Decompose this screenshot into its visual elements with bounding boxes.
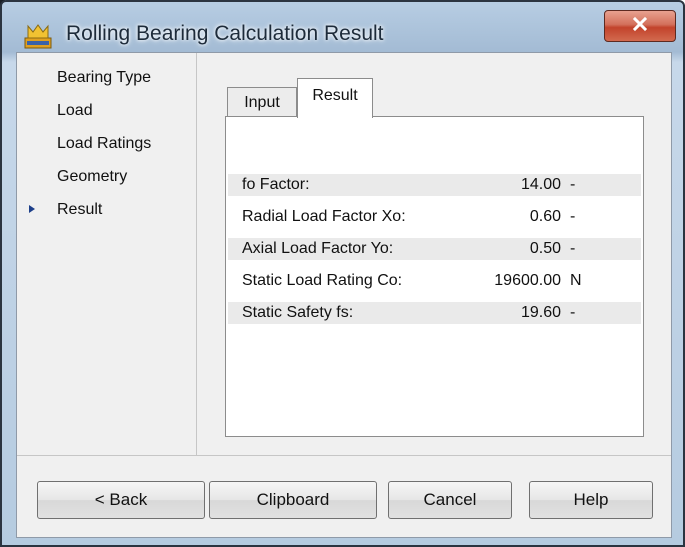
result-label: Axial Load Factor Yo: <box>242 240 394 257</box>
dialog-window: Rolling Bearing Calculation Result Beari… <box>0 0 685 547</box>
result-value: 0.50 <box>529 240 561 257</box>
app-logo-icon <box>24 22 52 50</box>
window-title: Rolling Bearing Calculation Result <box>66 22 384 45</box>
nav-item-result[interactable]: Result <box>57 201 102 219</box>
result-value: 14.00 <box>520 176 561 193</box>
result-label: fo Factor: <box>242 176 310 193</box>
back-button[interactable]: < Back <box>37 481 205 519</box>
result-row: Static Safety fs: 19.60 - <box>228 302 641 324</box>
result-unit: N <box>570 272 582 289</box>
tab-input[interactable]: Input <box>227 87 297 117</box>
tab-result[interactable]: Result <box>297 78 373 118</box>
button-bar-divider <box>17 455 671 456</box>
result-label: Static Safety fs: <box>242 304 354 321</box>
help-button[interactable]: Help <box>529 481 653 519</box>
close-icon <box>632 16 648 37</box>
step-navigation: Bearing Type Load Load Ratings Geometry … <box>17 53 197 455</box>
clipboard-button[interactable]: Clipboard <box>209 481 377 519</box>
cancel-button[interactable]: Cancel <box>388 481 512 519</box>
dialog-client-area: Bearing Type Load Load Ratings Geometry … <box>16 52 672 538</box>
result-row: Radial Load Factor Xo: 0.60 - <box>228 206 641 228</box>
result-value: 0.60 <box>529 208 561 225</box>
nav-item-bearing-type[interactable]: Bearing Type <box>57 69 151 87</box>
result-unit: - <box>570 208 576 225</box>
result-unit: - <box>570 176 576 193</box>
result-unit: - <box>570 240 576 257</box>
result-row: Static Load Rating Co: 19600.00 N <box>228 270 641 292</box>
result-row: Axial Load Factor Yo: 0.50 - <box>228 238 641 260</box>
nav-item-load[interactable]: Load <box>57 102 93 120</box>
nav-item-load-ratings[interactable]: Load Ratings <box>57 135 151 153</box>
result-row: fo Factor: 14.00 - <box>228 174 641 196</box>
result-label: Radial Load Factor Xo: <box>242 208 406 225</box>
triangle-right-icon <box>29 205 35 213</box>
tab-result-label: Result <box>312 87 358 104</box>
result-unit: - <box>570 304 576 321</box>
tab-input-label: Input <box>244 93 280 111</box>
result-value: 19600.00 <box>494 272 561 289</box>
close-button[interactable] <box>604 10 676 42</box>
result-value: 19.60 <box>520 304 561 321</box>
nav-item-geometry[interactable]: Geometry <box>57 168 127 186</box>
result-label: Static Load Rating Co: <box>242 272 403 289</box>
result-panel: fo Factor: 14.00 - Radial Load Factor Xo… <box>225 116 644 437</box>
